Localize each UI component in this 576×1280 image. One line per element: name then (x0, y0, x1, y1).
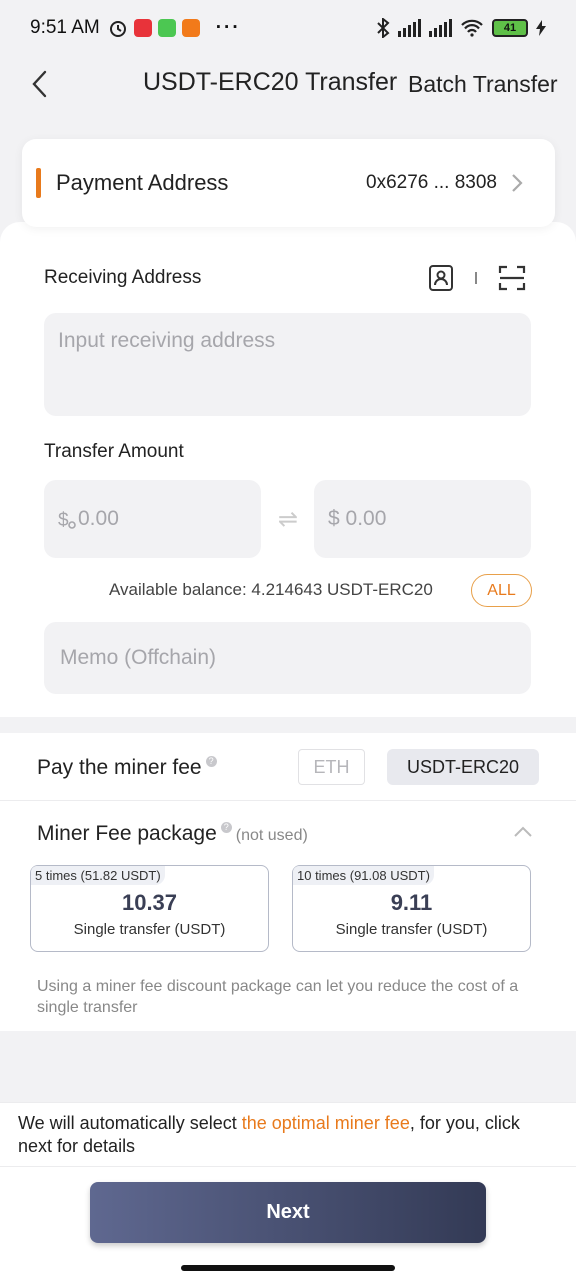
charging-icon (536, 20, 546, 36)
back-icon[interactable] (28, 66, 58, 102)
system-status-icons: 41 (376, 18, 546, 38)
battery-icon: 41 (492, 19, 528, 37)
home-indicator[interactable] (181, 1265, 395, 1271)
crypto-token-icon: $ (58, 510, 76, 530)
package-value: 9.11 (390, 890, 433, 915)
signal-icon-1 (398, 19, 421, 37)
svg-text:$: $ (58, 510, 69, 530)
package-subtitle: Single transfer (USDT) (335, 921, 488, 938)
miner-fee-row: Pay the miner fee? (37, 756, 217, 780)
fee-option-eth[interactable]: ETH (298, 749, 365, 785)
swap-currency-icon[interactable]: ⇌ (275, 505, 301, 533)
app-notification-icon-red (133, 19, 152, 37)
fee-package-note: Using a miner fee discount package can l… (37, 978, 519, 1016)
receiving-address-label: Receiving Address (44, 267, 202, 288)
memo-input[interactable]: Memo (Offchain) (44, 622, 531, 694)
alarm-icon (109, 21, 126, 37)
app-notification-icon-orange (181, 19, 200, 37)
accent-bar (36, 168, 41, 198)
package-tag: 10 times (91.08 USDT) (293, 866, 434, 885)
page-title: USDT-ERC20 Transfer (143, 68, 398, 96)
divider (0, 1166, 576, 1167)
scan-qr-icon[interactable] (498, 264, 526, 292)
miner-fee-notice: We will automatically select the optimal… (18, 1112, 558, 1158)
wifi-icon (461, 19, 483, 37)
crypto-amount-placeholder: 0.00 (78, 507, 119, 530)
package-value: 10.37 (121, 890, 178, 915)
next-button[interactable]: Next (90, 1182, 486, 1243)
transfer-amount-label: Transfer Amount (44, 441, 184, 462)
fee-package-status: (not used) (235, 827, 308, 844)
payment-address-selector[interactable]: Payment Address 0x6276 ... 8308 (22, 139, 555, 227)
all-button[interactable]: ALL (471, 574, 532, 607)
status-time: 9:51 AM (30, 17, 100, 38)
app-notification-icon-green (157, 19, 176, 37)
more-notifications-icon: ··· (215, 17, 241, 38)
available-balance: Available balance: 4.214643 USDT-ERC20 (109, 580, 433, 599)
batch-transfer-link[interactable]: Batch Transfer (408, 71, 558, 98)
miner-fee-label: Pay the miner fee (37, 756, 202, 779)
help-icon[interactable]: ? (220, 822, 232, 833)
notice-text: We will automatically select (18, 1113, 242, 1133)
status-bar: 9:51 AM ··· 41 (0, 0, 576, 56)
fiat-amount-input[interactable]: $ 0.00 (314, 480, 531, 558)
receiving-address-input[interactable] (44, 313, 531, 416)
address-book-icon[interactable] (428, 264, 454, 292)
divider (0, 800, 576, 801)
fee-package-label: Miner Fee package (37, 822, 217, 845)
fee-package-option[interactable]: 10 times (91.08 USDT) 9.11 Single transf… (292, 865, 531, 952)
payment-address-value: 0x6276 ... 8308 (366, 172, 497, 193)
notification-icons (108, 18, 200, 38)
package-subtitle: Single transfer (USDT) (73, 921, 226, 938)
help-icon[interactable]: ? (205, 756, 217, 767)
fee-package-option[interactable]: 5 times (51.82 USDT) 10.37 Single transf… (30, 865, 269, 952)
optimal-miner-fee-link[interactable]: the optimal miner fee (242, 1113, 410, 1133)
fee-package-header: Miner Fee package? (not used) (37, 822, 308, 846)
payment-address-label: Payment Address (56, 170, 229, 195)
icon-separator (475, 272, 477, 284)
bluetooth-icon (377, 18, 390, 38)
crypto-amount-input[interactable]: $ 0.00 (44, 480, 261, 558)
chevron-up-icon[interactable] (512, 824, 534, 840)
fee-option-usdt[interactable]: USDT-ERC20 (387, 749, 539, 785)
signal-icon-2 (429, 19, 452, 37)
package-tag: 5 times (51.82 USDT) (31, 866, 165, 885)
chevron-right-icon (512, 174, 523, 192)
